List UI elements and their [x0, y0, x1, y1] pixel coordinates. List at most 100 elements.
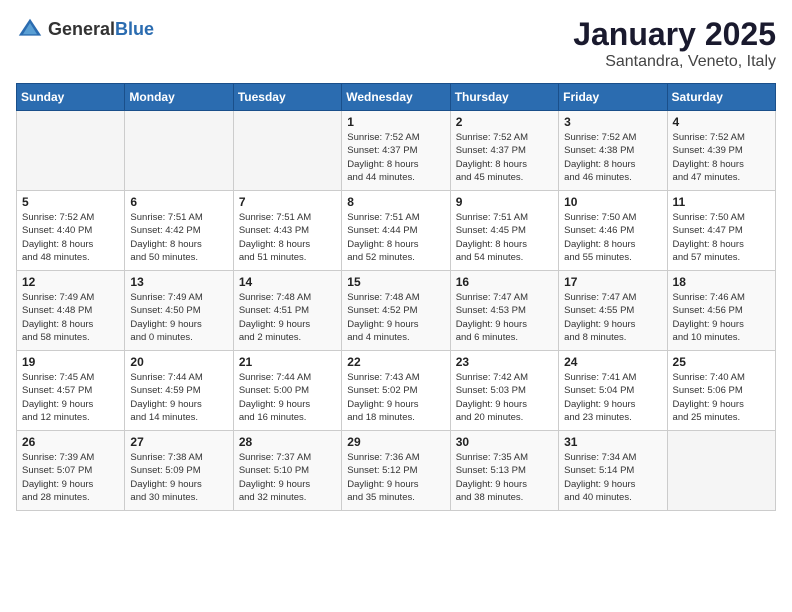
calendar-cell: 26Sunrise: 7:39 AM Sunset: 5:07 PM Dayli…: [17, 431, 125, 511]
logo: GeneralBlue: [16, 16, 154, 44]
day-info: Sunrise: 7:49 AM Sunset: 4:48 PM Dayligh…: [22, 291, 119, 344]
day-info: Sunrise: 7:51 AM Sunset: 4:42 PM Dayligh…: [130, 211, 227, 264]
day-number: 3: [564, 115, 661, 129]
calendar-cell: 1 Sunrise: 7:52 AM Sunset: 4:37 PM Daylig…: [342, 111, 450, 191]
day-info: Sunrise: 7:39 AM Sunset: 5:07 PM Dayligh…: [22, 451, 119, 504]
calendar-cell: 22 Sunrise: 7:43 AM Sunset: 5:02 PM Dayli…: [342, 351, 450, 431]
calendar-cell: 5Sunrise: 7:52 AM Sunset: 4:40 PM Daylig…: [17, 191, 125, 271]
day-info: Sunrise: 7:48 AM Sunset: 4:51 PM Dayligh…: [239, 291, 336, 344]
day-info: Sunrise: 7:42 AM Sunset: 5:03 PM Dayligh…: [456, 371, 553, 424]
header-monday: Monday: [125, 84, 233, 111]
calendar-cell: 13Sunrise: 7:49 AM Sunset: 4:50 PM Dayli…: [125, 271, 233, 351]
day-number: 10: [564, 195, 661, 209]
day-number: 5: [22, 195, 119, 209]
day-number: 27: [130, 435, 227, 449]
day-info: Sunrise: 7:38 AM Sunset: 5:09 PM Dayligh…: [130, 451, 227, 504]
calendar-week-3: 12 Sunrise: 7:49 AM Sunset: 4:48 PM Dayli…: [17, 271, 776, 351]
page-header: GeneralBlue January 2025 Santandra, Vene…: [16, 16, 776, 71]
day-number: 23: [456, 355, 553, 369]
calendar-cell: 15 Sunrise: 7:48 AM Sunset: 4:52 PM Dayli…: [342, 271, 450, 351]
day-number: 13: [130, 275, 227, 289]
day-number: 20: [130, 355, 227, 369]
calendar-cell: 25Sunrise: 7:40 AM Sunset: 5:06 PM Dayli…: [667, 351, 775, 431]
day-info: Sunrise: 7:35 AM Sunset: 5:13 PM Dayligh…: [456, 451, 553, 504]
day-number: 29: [347, 435, 444, 449]
day-number: 2: [456, 115, 553, 129]
day-info: Sunrise: 7:46 AM Sunset: 4:56 PM Dayligh…: [673, 291, 770, 344]
day-number: 15: [347, 275, 444, 289]
day-info: Sunrise: 7:51 AM Sunset: 4:43 PM Dayligh…: [239, 211, 336, 264]
day-info: Sunrise: 7:52 AM Sunset: 4:37 PM Dayligh…: [456, 131, 553, 184]
day-number: 21: [239, 355, 336, 369]
day-info: Sunrise: 7:52 AM Sunset: 4:38 PM Dayligh…: [564, 131, 661, 184]
calendar-cell: 21 Sunrise: 7:44 AM Sunset: 5:00 PM Dayli…: [233, 351, 341, 431]
calendar-cell: 27 Sunrise: 7:38 AM Sunset: 5:09 PM Dayli…: [125, 431, 233, 511]
header-tuesday: Tuesday: [233, 84, 341, 111]
day-info: Sunrise: 7:43 AM Sunset: 5:02 PM Dayligh…: [347, 371, 444, 424]
day-info: Sunrise: 7:48 AM Sunset: 4:52 PM Dayligh…: [347, 291, 444, 344]
calendar-week-1: 1 Sunrise: 7:52 AM Sunset: 4:37 PM Daylig…: [17, 111, 776, 191]
header-friday: Friday: [559, 84, 667, 111]
day-info: Sunrise: 7:45 AM Sunset: 4:57 PM Dayligh…: [22, 371, 119, 424]
day-number: 22: [347, 355, 444, 369]
calendar-cell: 18Sunrise: 7:46 AM Sunset: 4:56 PM Dayli…: [667, 271, 775, 351]
day-info: Sunrise: 7:40 AM Sunset: 5:06 PM Dayligh…: [673, 371, 770, 424]
day-info: Sunrise: 7:47 AM Sunset: 4:55 PM Dayligh…: [564, 291, 661, 344]
day-number: 28: [239, 435, 336, 449]
day-number: 31: [564, 435, 661, 449]
day-number: 30: [456, 435, 553, 449]
day-number: 17: [564, 275, 661, 289]
day-info: Sunrise: 7:52 AM Sunset: 4:39 PM Dayligh…: [673, 131, 770, 184]
calendar-cell: [125, 111, 233, 191]
day-number: 7: [239, 195, 336, 209]
header-sunday: Sunday: [17, 84, 125, 111]
calendar-cell: 17 Sunrise: 7:47 AM Sunset: 4:55 PM Dayli…: [559, 271, 667, 351]
day-number: 1: [347, 115, 444, 129]
calendar-cell: 31 Sunrise: 7:34 AM Sunset: 5:14 PM Dayli…: [559, 431, 667, 511]
day-info: Sunrise: 7:44 AM Sunset: 5:00 PM Dayligh…: [239, 371, 336, 424]
header-wednesday: Wednesday: [342, 84, 450, 111]
logo-text-general: General: [48, 19, 115, 39]
calendar-cell: 9Sunrise: 7:51 AM Sunset: 4:45 PM Daylig…: [450, 191, 558, 271]
day-number: 6: [130, 195, 227, 209]
day-number: 12: [22, 275, 119, 289]
calendar-cell: 4Sunrise: 7:52 AM Sunset: 4:39 PM Daylig…: [667, 111, 775, 191]
title-block: January 2025 Santandra, Veneto, Italy: [573, 16, 776, 71]
calendar-cell: 12 Sunrise: 7:49 AM Sunset: 4:48 PM Dayli…: [17, 271, 125, 351]
day-number: 8: [347, 195, 444, 209]
day-info: Sunrise: 7:36 AM Sunset: 5:12 PM Dayligh…: [347, 451, 444, 504]
day-info: Sunrise: 7:52 AM Sunset: 4:37 PM Dayligh…: [347, 131, 444, 184]
day-info: Sunrise: 7:44 AM Sunset: 4:59 PM Dayligh…: [130, 371, 227, 424]
day-number: 19: [22, 355, 119, 369]
calendar-cell: 11Sunrise: 7:50 AM Sunset: 4:47 PM Dayli…: [667, 191, 775, 271]
calendar-week-2: 5Sunrise: 7:52 AM Sunset: 4:40 PM Daylig…: [17, 191, 776, 271]
calendar-cell: 2 Sunrise: 7:52 AM Sunset: 4:37 PM Daylig…: [450, 111, 558, 191]
calendar-week-5: 26Sunrise: 7:39 AM Sunset: 5:07 PM Dayli…: [17, 431, 776, 511]
day-info: Sunrise: 7:47 AM Sunset: 4:53 PM Dayligh…: [456, 291, 553, 344]
calendar-table: SundayMondayTuesdayWednesdayThursdayFrid…: [16, 83, 776, 511]
calendar-cell: 6 Sunrise: 7:51 AM Sunset: 4:42 PM Daylig…: [125, 191, 233, 271]
calendar-cell: 23 Sunrise: 7:42 AM Sunset: 5:03 PM Dayli…: [450, 351, 558, 431]
calendar-cell: [17, 111, 125, 191]
day-info: Sunrise: 7:50 AM Sunset: 4:46 PM Dayligh…: [564, 211, 661, 264]
calendar-cell: 3 Sunrise: 7:52 AM Sunset: 4:38 PM Daylig…: [559, 111, 667, 191]
calendar-header-row: SundayMondayTuesdayWednesdayThursdayFrid…: [17, 84, 776, 111]
header-saturday: Saturday: [667, 84, 775, 111]
location-title: Santandra, Veneto, Italy: [573, 53, 776, 71]
day-info: Sunrise: 7:37 AM Sunset: 5:10 PM Dayligh…: [239, 451, 336, 504]
day-number: 16: [456, 275, 553, 289]
calendar-cell: 30 Sunrise: 7:35 AM Sunset: 5:13 PM Dayli…: [450, 431, 558, 511]
calendar-cell: [667, 431, 775, 511]
calendar-cell: [233, 111, 341, 191]
calendar-cell: 10 Sunrise: 7:50 AM Sunset: 4:46 PM Dayli…: [559, 191, 667, 271]
day-info: Sunrise: 7:51 AM Sunset: 4:45 PM Dayligh…: [456, 211, 553, 264]
calendar-cell: 19 Sunrise: 7:45 AM Sunset: 4:57 PM Dayli…: [17, 351, 125, 431]
calendar-cell: 16 Sunrise: 7:47 AM Sunset: 4:53 PM Dayli…: [450, 271, 558, 351]
month-title: January 2025: [573, 16, 776, 53]
day-info: Sunrise: 7:34 AM Sunset: 5:14 PM Dayligh…: [564, 451, 661, 504]
day-number: 24: [564, 355, 661, 369]
day-info: Sunrise: 7:51 AM Sunset: 4:44 PM Dayligh…: [347, 211, 444, 264]
day-number: 11: [673, 195, 770, 209]
calendar-cell: 29 Sunrise: 7:36 AM Sunset: 5:12 PM Dayli…: [342, 431, 450, 511]
calendar-cell: 8 Sunrise: 7:51 AM Sunset: 4:44 PM Daylig…: [342, 191, 450, 271]
